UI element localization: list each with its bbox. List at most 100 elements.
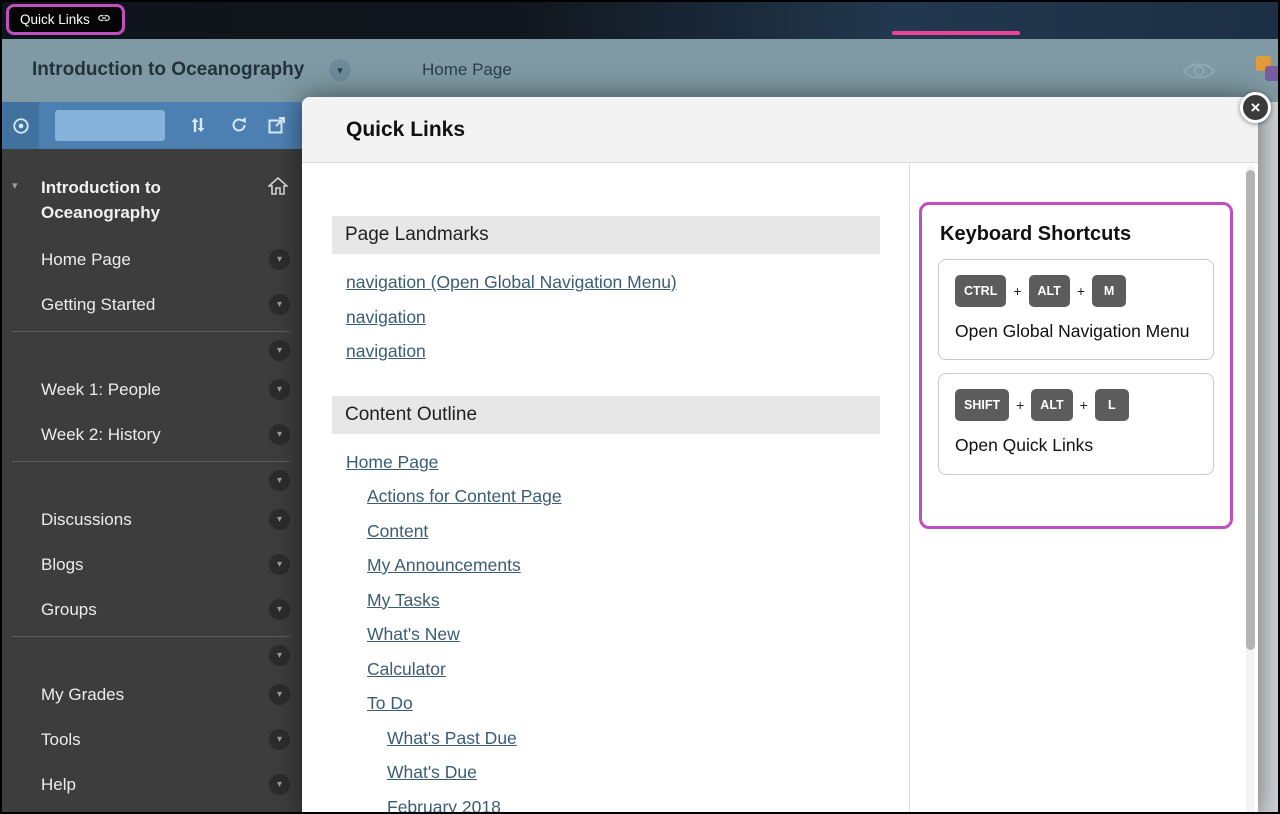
link-icon (97, 11, 111, 28)
modal-header: Quick Links (302, 97, 1258, 163)
item-options-chevron-icon[interactable]: ▾ (269, 729, 290, 750)
quick-links-modal: Quick Links × Page Landmarksnavigation (… (302, 97, 1258, 814)
sidebar-item-label: Getting Started (41, 295, 155, 315)
item-options-chevron-icon[interactable]: ▾ (269, 509, 290, 530)
breadcrumb: Home Page (422, 60, 512, 80)
course-title: Introduction to Oceanography (32, 59, 304, 81)
link-row: February 2018 (332, 791, 880, 814)
link-row: What's Past Due (332, 722, 880, 757)
column-divider (909, 163, 910, 814)
keyboard-shortcuts-title: Keyboard Shortcuts (940, 223, 1214, 246)
link-row: Calculator (332, 653, 880, 688)
keycap-ctrl: CTRL (955, 275, 1006, 307)
collapse-menu-icon[interactable] (2, 102, 39, 149)
item-options-chevron-icon[interactable]: ▾ (269, 294, 290, 315)
sidebar-item-label: Blogs (41, 555, 84, 575)
sidebar-item-groups[interactable]: Groups ▾ (2, 587, 302, 632)
keycap-m: M (1092, 275, 1126, 307)
link-my-announcements[interactable]: My Announcements (367, 555, 521, 575)
sidebar-item-label: Week 2: History (41, 425, 161, 445)
keycap-alt: ALT (1029, 275, 1070, 307)
modal-scrollbar-track[interactable] (1246, 165, 1255, 814)
link-what-s-past-due[interactable]: What's Past Due (387, 728, 517, 748)
sidebar-course-root[interactable]: ▾ Introduction to Oceanography (2, 149, 302, 237)
sidebar-item-week-2-history[interactable]: Week 2: History ▾ (2, 412, 302, 457)
reorder-icon[interactable] (190, 116, 206, 139)
sidebar-item-blogs[interactable]: Blogs ▾ (2, 542, 302, 587)
sidebar-item-label: Home Page (41, 250, 131, 270)
modal-title: Quick Links (346, 118, 465, 142)
link-row: My Tasks (332, 584, 880, 619)
link-to-do[interactable]: To Do (367, 693, 413, 713)
course-menu-chevron-icon[interactable]: ▾ (329, 59, 351, 81)
plus-separator: + (1077, 283, 1085, 299)
link-actions-for-content-page[interactable]: Actions for Content Page (367, 486, 562, 506)
sidebar-item-week-1-people[interactable]: Week 1: People ▾ (2, 367, 302, 412)
item-options-chevron-icon[interactable]: ▾ (269, 684, 290, 705)
item-options-chevron-icon[interactable]: ▾ (269, 554, 290, 575)
sidebar-item-my-grades[interactable]: My Grades ▾ (2, 672, 302, 717)
quick-links-button[interactable]: Quick Links (6, 4, 125, 35)
sidebar-item-getting-started[interactable]: Getting Started ▾ (2, 282, 302, 327)
sidebar-item-label: Groups (41, 600, 97, 620)
edit-mode-icon[interactable] (1256, 56, 1280, 88)
menu-view-button[interactable] (55, 110, 165, 141)
section-header-content-outline: Content Outline (332, 396, 880, 434)
item-options-chevron-icon[interactable]: ▾ (269, 249, 290, 270)
modal-scrollbar-thumb[interactable] (1246, 170, 1255, 650)
link-calculator[interactable]: Calculator (367, 659, 446, 679)
link-row: Content (332, 515, 880, 550)
link-row: What's New (332, 618, 880, 653)
sidebar-divider: ▾ (2, 632, 302, 672)
modal-sections: Page Landmarksnavigation (Open Global Na… (332, 163, 880, 814)
quick-links-label: Quick Links (20, 12, 90, 27)
item-options-chevron-icon[interactable]: ▾ (269, 470, 290, 491)
sidebar-item-home-page[interactable]: Home Page ▾ (2, 237, 302, 282)
sidebar-menu: Home Page▾Getting Started▾▾Week 1: Peopl… (2, 237, 302, 807)
link-row: To Do (332, 687, 880, 722)
link-february-2018[interactable]: February 2018 (387, 797, 501, 814)
shortcut-description: Open Quick Links (955, 433, 1197, 458)
item-options-chevron-icon[interactable]: ▾ (269, 599, 290, 620)
open-new-window-icon[interactable] (268, 116, 286, 139)
student-preview-eye-icon[interactable] (1182, 60, 1216, 87)
item-options-chevron-icon[interactable]: ▾ (269, 774, 290, 795)
section-links: Home Page Actions for Content Page Content… (332, 434, 880, 814)
close-icon[interactable]: × (1240, 92, 1271, 123)
item-options-chevron-icon[interactable]: ▾ (269, 379, 290, 400)
keycap-shift: SHIFT (955, 389, 1009, 421)
link-my-tasks[interactable]: My Tasks (367, 590, 440, 610)
shortcut-item: SHIFT+ALT+L Open Quick Links (938, 373, 1214, 474)
shortcut-keys: CTRL+ALT+M (955, 275, 1197, 307)
link-what-s-due[interactable]: What's Due (387, 762, 477, 782)
sidebar-item-discussions[interactable]: Discussions▾ (2, 497, 302, 542)
modal-body: Page Landmarksnavigation (Open Global Na… (302, 163, 1258, 814)
edit-mode-icon-purple (1265, 66, 1280, 81)
sidebar-item-tools[interactable]: Tools ▾ (2, 717, 302, 762)
item-options-chevron-icon[interactable]: ▾ (269, 340, 290, 361)
link-navigation-open-global-navigation-menu[interactable]: navigation (Open Global Navigation Menu) (346, 272, 677, 292)
link-navigation[interactable]: navigation (346, 341, 426, 361)
link-what-s-new[interactable]: What's New (367, 624, 460, 644)
refresh-icon[interactable] (230, 116, 248, 139)
link-navigation[interactable]: navigation (346, 307, 426, 327)
item-options-chevron-icon[interactable]: ▾ (269, 424, 290, 445)
sidebar-item-label: Week 1: People (41, 380, 161, 400)
shortcut-description: Open Global Navigation Menu (955, 319, 1197, 344)
sidebar-item-label: Tools (41, 730, 81, 750)
keyboard-shortcuts-panel: Keyboard Shortcuts CTRL+ALT+MOpen Global… (919, 202, 1233, 529)
link-content[interactable]: Content (367, 521, 428, 541)
screen: Quick Links Introduction to Oceanography… (0, 0, 1280, 814)
sidebar-divider: ▾ (2, 457, 302, 497)
sidebar-item-label: My Grades (41, 685, 124, 705)
item-options-chevron-icon[interactable]: ▾ (269, 645, 290, 666)
sidebar-course-title: Introduction to Oceanography (41, 175, 241, 225)
link-row: Home Page (332, 446, 880, 481)
expander-triangle-icon[interactable]: ▾ (12, 179, 18, 192)
course-menu-toolbar (2, 102, 302, 149)
highlight-underline (892, 31, 1020, 35)
sidebar-item-help[interactable]: Help▾ (2, 762, 302, 807)
section-links: navigation (Open Global Navigation Menu)… (332, 254, 880, 396)
link-home-page[interactable]: Home Page (346, 452, 438, 472)
shortcut-keys: SHIFT+ALT+L (955, 389, 1197, 421)
